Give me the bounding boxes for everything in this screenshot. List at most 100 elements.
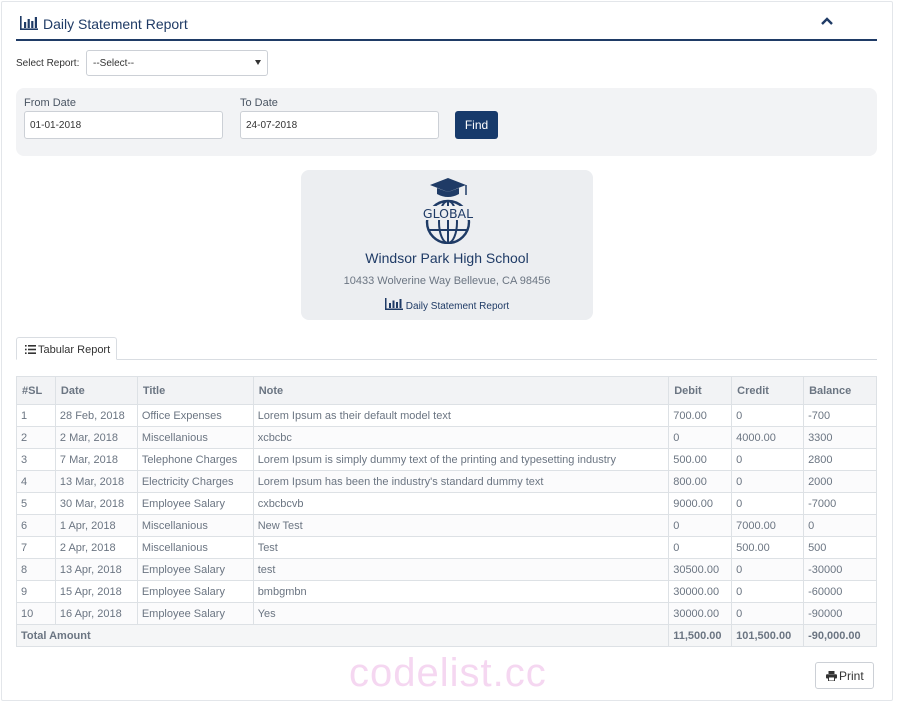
table-cell: 500.00 [731, 536, 805, 559]
from-date-label: From Date [24, 97, 76, 109]
table-cell: 1 Apr, 2018 [54, 514, 138, 537]
table-cell: Employee Salary [136, 602, 254, 625]
table-cell: 30000.00 [668, 602, 733, 625]
logo-text: GLOBAL [423, 206, 473, 221]
table-cell: bmbgmbn [252, 580, 670, 603]
tab-tabular-report[interactable]: Tabular Report [16, 337, 117, 360]
table-cell: 9000.00 [668, 492, 733, 515]
report-select[interactable]: --Select-- [86, 50, 268, 76]
table-row: 9 15 Apr, 2018 Employee Salary bmbgmbn 30000… [16, 580, 877, 603]
bar-chart-icon [20, 16, 38, 30]
watermark-text: codelist.cc [349, 651, 547, 695]
table-cell: 4 [16, 470, 56, 493]
table-cell: 5 [16, 492, 56, 515]
table-cell: Yes [252, 602, 670, 625]
school-info-card: GLOBAL Windsor Park High School 10433 Wo… [301, 170, 593, 320]
table-row: 72 Apr, 2018 Miscellanious Test 0 500.00 500 [16, 536, 877, 559]
table-row: 5 30 Mar, 2018 Employee Salary cxbcbcvb 9000… [16, 492, 877, 515]
table-cell: 0 [668, 426, 733, 449]
table-cell: New Test [252, 514, 670, 537]
from-date-input[interactable]: 01-01-2018 [24, 111, 223, 139]
total-balance: -90,000.00 [803, 624, 877, 647]
table-cell: 7 Mar, 2018 [54, 448, 138, 471]
table-cell: 0 [803, 514, 877, 537]
table-cell: -700 [803, 404, 877, 427]
table-cell: 0 [731, 580, 805, 603]
table-cell: test [252, 558, 670, 581]
table-cell: Electricity Charges [136, 470, 254, 493]
table-cell: 7 [16, 536, 56, 559]
table-cell: Test [252, 536, 670, 559]
table-cell: 0 [668, 536, 733, 559]
table-cell: 0 [731, 558, 805, 581]
table-cell: 2 [16, 426, 56, 449]
column-header: Title [136, 376, 254, 405]
table-row: 8 13 Apr, 2018 Employee Salary test 30500.00… [16, 558, 877, 581]
list-icon [25, 345, 36, 354]
total-debit: 11,500.00 [668, 624, 733, 647]
table-cell: -60000 [803, 580, 877, 603]
table-cell: 700.00 [668, 404, 733, 427]
column-header: Debit [668, 376, 733, 405]
table-cell: 2 Mar, 2018 [54, 426, 138, 449]
panel-header: Daily Statement Report [16, 8, 877, 41]
tab-divider [16, 359, 877, 360]
print-label: Print [839, 669, 864, 683]
table-row: 22 Mar, 2018 Miscellanious xcbcbc 0 4000.00 3… [16, 426, 877, 449]
table-cell: Employee Salary [136, 580, 254, 603]
table-cell: Office Expenses [136, 404, 254, 427]
table-cell: Employee Salary [136, 558, 254, 581]
to-date-label: To Date [240, 97, 278, 109]
column-header: Credit [731, 376, 805, 405]
table-cell: 1 [16, 404, 56, 427]
table-row: 37 Mar, 2018 Telephone Charges Lorem Ipsum… [16, 448, 877, 471]
table-cell: 9 [16, 580, 56, 603]
table-cell: cxbcbcvb [252, 492, 670, 515]
table-header-row: #SL Date Title Note Debit Credit Balance [16, 376, 877, 405]
table-cell: -7000 [803, 492, 877, 515]
statement-table: #SL Date Title Note Debit Credit Balance… [15, 376, 877, 647]
table-cell: 30500.00 [668, 558, 733, 581]
table-row: 10 16 Apr, 2018 Employee Salary Yes 30000.00… [16, 602, 877, 625]
table-cell: 30000.00 [668, 580, 733, 603]
print-button[interactable]: Print [815, 662, 874, 689]
table-cell: Telephone Charges [136, 448, 254, 471]
table-cell: 8 [16, 558, 56, 581]
table-cell: 2 Apr, 2018 [54, 536, 138, 559]
table-cell: 2800 [803, 448, 877, 471]
school-name: Windsor Park High School [365, 250, 529, 266]
table-cell: 16 Apr, 2018 [54, 602, 138, 625]
table-cell: 4000.00 [731, 426, 805, 449]
table-cell: Lorem Ipsum as their default model text [252, 404, 670, 427]
report-select-value: --Select-- [93, 58, 135, 69]
table-cell: Miscellanious [136, 426, 254, 449]
printer-icon [826, 671, 837, 681]
column-header: #SL [16, 376, 56, 405]
table-row: 61 Apr, 2018 Miscellanious New Test 0 7000.0… [16, 514, 877, 537]
table-cell: 2000 [803, 470, 877, 493]
table-cell: 0 [731, 492, 805, 515]
table-cell: Lorem Ipsum is simply dummy text of the … [252, 448, 670, 471]
table-cell: 500 [803, 536, 877, 559]
total-credit: 101,500.00 [731, 624, 805, 647]
card-report-title: Daily Statement Report [301, 298, 593, 312]
table-cell: Miscellanious [136, 536, 254, 559]
table-cell: 0 [731, 404, 805, 427]
total-label: Total Amount [15, 624, 670, 647]
select-report-label: Select Report: [16, 58, 80, 69]
table-cell: 0 [731, 470, 805, 493]
table-cell: Miscellanious [136, 514, 254, 537]
to-date-input[interactable]: 24-07-2018 [240, 111, 439, 139]
table-cell: 3300 [803, 426, 877, 449]
table-row: 1 28 Feb, 2018 Office Expenses Lorem Ipsum … [16, 404, 877, 427]
table-cell: 15 Apr, 2018 [54, 580, 138, 603]
table-cell: 3 [16, 448, 56, 471]
table-cell: 500.00 [668, 448, 733, 471]
table-cell: 13 Apr, 2018 [54, 558, 138, 581]
table-cell: -30000 [803, 558, 877, 581]
table-cell: 28 Feb, 2018 [54, 404, 138, 427]
table-cell: 10 [16, 602, 56, 625]
chevron-up-icon[interactable] [821, 16, 833, 26]
table-cell: 0 [731, 602, 805, 625]
find-button[interactable]: Find [455, 111, 498, 139]
